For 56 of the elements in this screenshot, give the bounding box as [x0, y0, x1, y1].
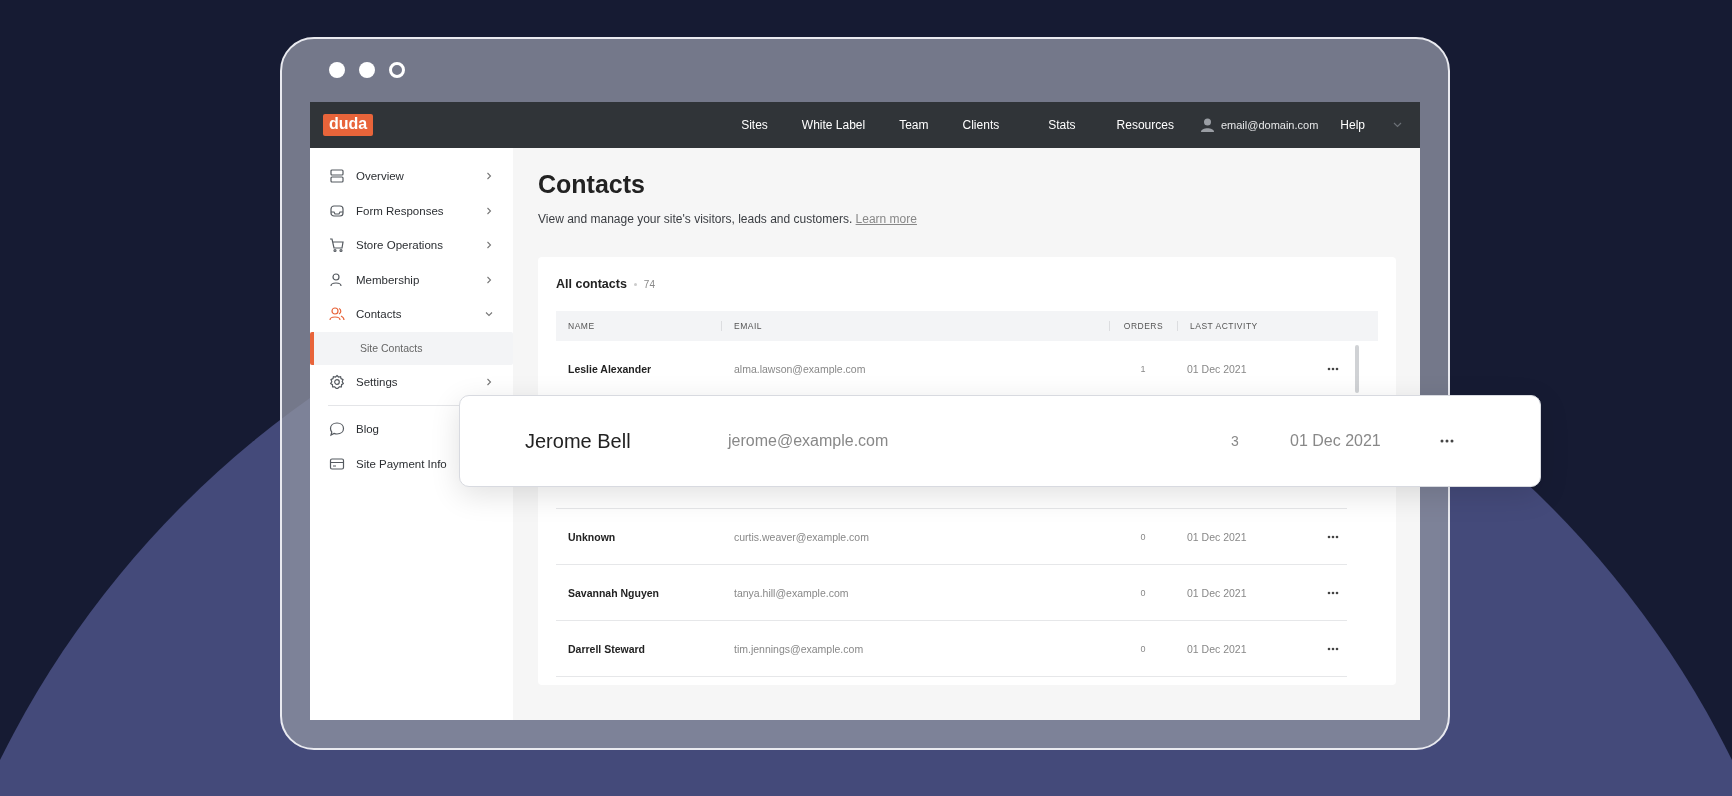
scrollbar[interactable] — [1355, 345, 1359, 393]
table-cell-text: 01 Dec 2021 — [1186, 530, 1248, 543]
table-cell-text: 01 Dec 2021 — [1186, 362, 1248, 375]
nav-link[interactable]: White Label — [784, 118, 883, 132]
table-cell-text: alma.lawson@example.com — [733, 362, 867, 375]
more-icon[interactable] — [1327, 534, 1339, 539]
table-cell-text: curtis.weaver@example.com — [733, 530, 870, 543]
sidebar-item[interactable]: Site Payment Info — [310, 446, 451, 481]
table-cell-text: 1 — [1139, 363, 1147, 374]
nav-link[interactable]: Clients — [945, 118, 1017, 132]
table-cell-text: 01 Dec 2021 — [1186, 642, 1248, 655]
highlighted-row-card[interactable]: Jerome Bell jerome@example.com 3 01 Dec 2021 — [459, 395, 1541, 487]
more-icon[interactable] — [1327, 366, 1339, 371]
more-icon[interactable] — [1327, 590, 1339, 595]
sidebar-item[interactable]: Blog — [310, 412, 384, 447]
sidebar-item[interactable]: Form Responses — [310, 193, 513, 228]
contact-count: 74 — [643, 278, 655, 290]
sidebar-item[interactable]: Overview — [310, 159, 513, 194]
table-cell-text: Leslie Alexander — [567, 362, 653, 375]
table-cell-text: Darrell Steward — [567, 642, 647, 655]
help-link[interactable]: Help — [1318, 118, 1383, 132]
table-cell-text: 0 — [1139, 587, 1147, 598]
page-description: View and manage your site's visitors, leads and customers. — [538, 212, 853, 226]
column-header: NAME — [567, 321, 596, 331]
sidebar-item[interactable]: Membership — [310, 262, 513, 297]
column-header: EMAIL — [721, 321, 1109, 331]
table-cell-text: 0 — [1139, 643, 1147, 654]
sidebar-item[interactable]: Contacts — [310, 297, 513, 332]
table-cell-text: tim.jennings@example.com — [733, 642, 865, 655]
table-cell-text: tanya.hill@example.com — [733, 586, 850, 599]
window-control-icon[interactable] — [359, 62, 375, 78]
column-header: LAST ACTIVITY — [1177, 321, 1307, 331]
table-cell-text: Unknown — [567, 530, 617, 543]
more-icon[interactable] — [1440, 439, 1454, 443]
table-cell-text: 0 — [1139, 531, 1147, 542]
table-cell-text: 01 Dec 2021 — [1186, 586, 1248, 599]
table-cell-text: Savannah Nguyen — [567, 586, 661, 599]
account-link[interactable]: email@domain.com — [1220, 119, 1319, 131]
sidebar-item[interactable]: Store Operations — [310, 228, 513, 263]
column-header: ORDERS — [1109, 321, 1177, 331]
more-icon[interactable] — [1327, 646, 1339, 651]
contact-email: jerome@example.com — [728, 432, 890, 450]
contact-last-activity: 01 Dec 2021 — [1290, 432, 1382, 450]
window-control-icon[interactable] — [329, 62, 345, 78]
card-title: All contacts — [556, 277, 627, 291]
contact-name: Jerome Bell — [525, 429, 632, 453]
nav-link[interactable]: Team — [882, 118, 946, 132]
nav-link[interactable]: Resources — [1099, 118, 1191, 132]
sidebar-subitem[interactable]: Site Contacts — [310, 331, 513, 365]
window-control-icon[interactable] — [389, 62, 405, 78]
page-title: Contacts — [538, 170, 646, 199]
nav-link[interactable]: Stats — [1016, 118, 1100, 132]
contact-orders: 3 — [1231, 433, 1240, 449]
chevron-down-icon[interactable] — [1393, 122, 1402, 128]
user-icon — [1200, 118, 1214, 132]
nav-link[interactable]: Sites — [724, 118, 785, 132]
